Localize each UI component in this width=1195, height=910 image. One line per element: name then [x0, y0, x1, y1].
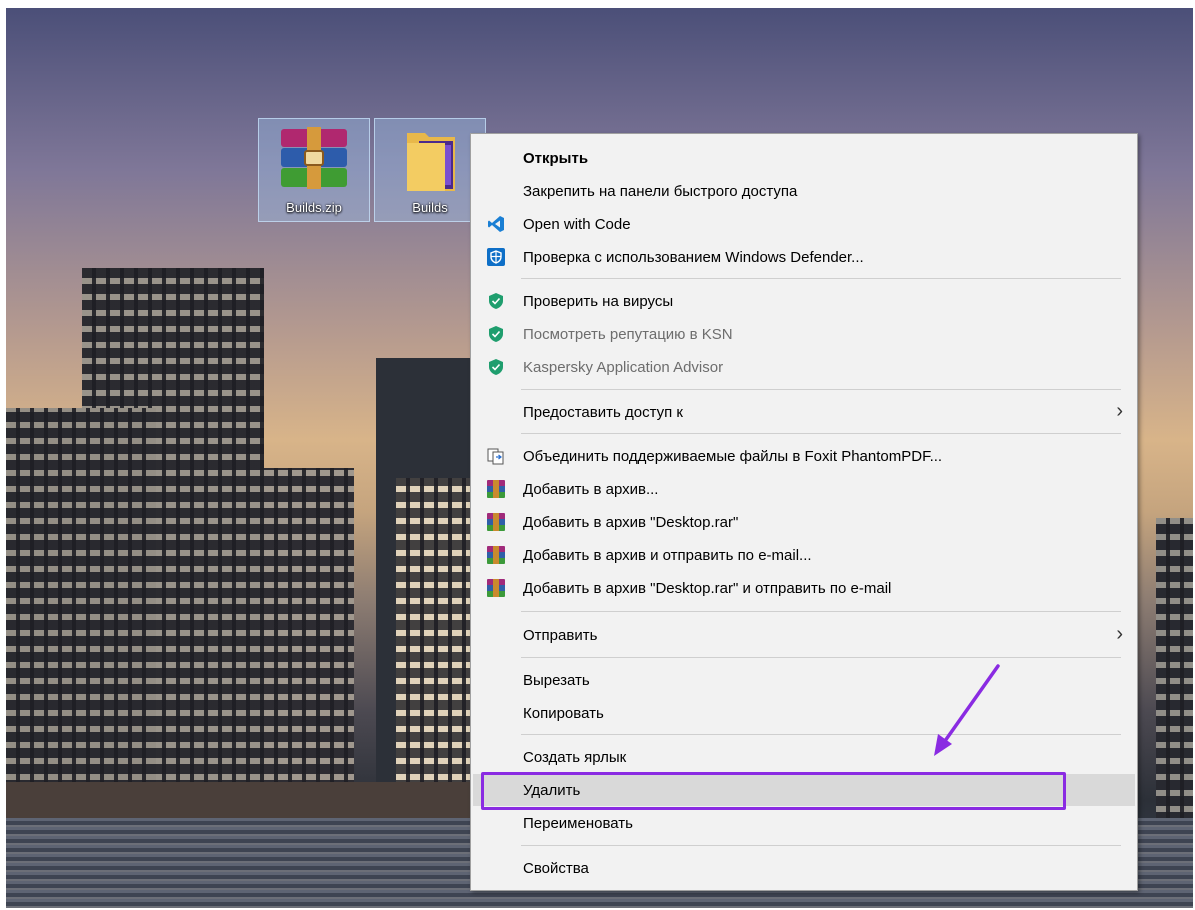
menu-item-label: Создать ярлык — [523, 749, 627, 766]
menu-item-cut[interactable]: Вырезать — [473, 664, 1135, 696]
menu-item-label: Открыть — [523, 150, 589, 167]
menu-item-label: Kaspersky Application Advisor — [523, 359, 724, 376]
menu-item-copy[interactable]: Копировать — [473, 697, 1135, 729]
desktop-icon-builds-zip[interactable]: Builds.zip — [258, 118, 370, 222]
folder-icon — [407, 133, 455, 191]
skyscraper — [6, 408, 156, 828]
menu-item-label: Вырезать — [523, 672, 590, 689]
menu-item-label: Копировать — [523, 705, 604, 722]
menu-item-windows-defender-scan[interactable]: Проверка с использованием Windows Defend… — [473, 241, 1135, 273]
kaspersky-shield-icon — [489, 293, 503, 309]
menu-item-label: Проверка с использованием Windows Defend… — [523, 249, 864, 266]
menu-item-pin-quick-access[interactable]: Закрепить на панели быстрого доступа — [473, 175, 1135, 207]
menu-separator — [521, 657, 1121, 658]
menu-item-give-access[interactable]: Предоставить доступ к › — [473, 396, 1135, 428]
desktop-icon-label: Builds.zip — [286, 200, 342, 215]
menu-item-label: Объединить поддерживаемые файлы в Foxit … — [523, 448, 943, 465]
menu-item-label: Добавить в архив "Desktop.rar" и отправи… — [523, 580, 892, 597]
menu-item-label: Проверить на вирусы — [523, 293, 674, 310]
menu-item-rename[interactable]: Переименовать — [473, 807, 1135, 839]
menu-separator — [521, 611, 1121, 612]
menu-item-label: Добавить в архив и отправить по e-mail..… — [523, 547, 812, 564]
menu-item-send-to[interactable]: Отправить › — [473, 619, 1135, 651]
skyscraper — [1156, 518, 1193, 828]
menu-item-label: Добавить в архив... — [523, 481, 659, 498]
desktop-icon-label: Builds — [412, 200, 448, 215]
menu-item-create-shortcut[interactable]: Создать ярлык — [473, 741, 1135, 773]
menu-separator — [521, 278, 1121, 279]
menu-separator — [521, 389, 1121, 390]
chevron-right-icon: › — [1116, 400, 1123, 422]
menu-item-ksn-reputation[interactable]: Посмотреть репутацию в KSN — [473, 318, 1135, 350]
menu-item-add-to-desktop-rar[interactable]: Добавить в архив "Desktop.rar" — [473, 506, 1135, 538]
vscode-icon — [488, 216, 504, 232]
menu-item-foxit-combine[interactable]: Объединить поддерживаемые файлы в Foxit … — [473, 440, 1135, 472]
menu-item-properties[interactable]: Свойства — [473, 852, 1135, 884]
menu-item-label: Отправить — [523, 627, 598, 644]
winrar-archive-icon — [281, 127, 347, 189]
menu-item-label: Переименовать — [523, 815, 633, 832]
winrar-icon — [487, 579, 505, 597]
menu-item-label: Посмотреть репутацию в KSN — [523, 326, 733, 343]
menu-item-kaspersky-advisor[interactable]: Kaspersky Application Advisor — [473, 351, 1135, 383]
menu-separator — [521, 734, 1121, 735]
skyscraper — [396, 478, 476, 828]
menu-item-add-to-archive[interactable]: Добавить в архив... — [473, 473, 1135, 505]
menu-item-label: Закрепить на панели быстрого доступа — [523, 183, 798, 200]
windows-defender-icon — [487, 248, 505, 266]
menu-item-label: Добавить в архив "Desktop.rar" — [523, 514, 739, 531]
foxit-icon — [487, 448, 504, 465]
menu-item-open-with-code[interactable]: Open with Code — [473, 208, 1135, 240]
menu-item-open[interactable]: Открыть — [473, 142, 1135, 174]
winrar-icon — [487, 480, 505, 498]
kaspersky-shield-icon — [489, 326, 503, 342]
annotation-arrow-icon — [934, 664, 1000, 756]
pier — [6, 782, 476, 820]
menu-item-kaspersky-scan[interactable]: Проверить на вирусы — [473, 285, 1135, 317]
chevron-right-icon: › — [1116, 623, 1123, 645]
menu-item-add-archive-email[interactable]: Добавить в архив и отправить по e-mail..… — [473, 539, 1135, 571]
menu-separator — [521, 845, 1121, 846]
menu-item-label: Open with Code — [523, 216, 631, 233]
annotation-highlight-box — [481, 772, 1066, 810]
winrar-icon — [487, 513, 505, 531]
menu-separator — [521, 433, 1121, 434]
menu-item-add-desktop-rar-email[interactable]: Добавить в архив "Desktop.rar" и отправи… — [473, 572, 1135, 604]
kaspersky-shield-icon — [489, 359, 503, 375]
skyscraper — [264, 468, 354, 828]
menu-item-label: Предоставить доступ к — [523, 404, 683, 421]
winrar-icon — [487, 546, 505, 564]
menu-item-label: Свойства — [523, 860, 589, 877]
